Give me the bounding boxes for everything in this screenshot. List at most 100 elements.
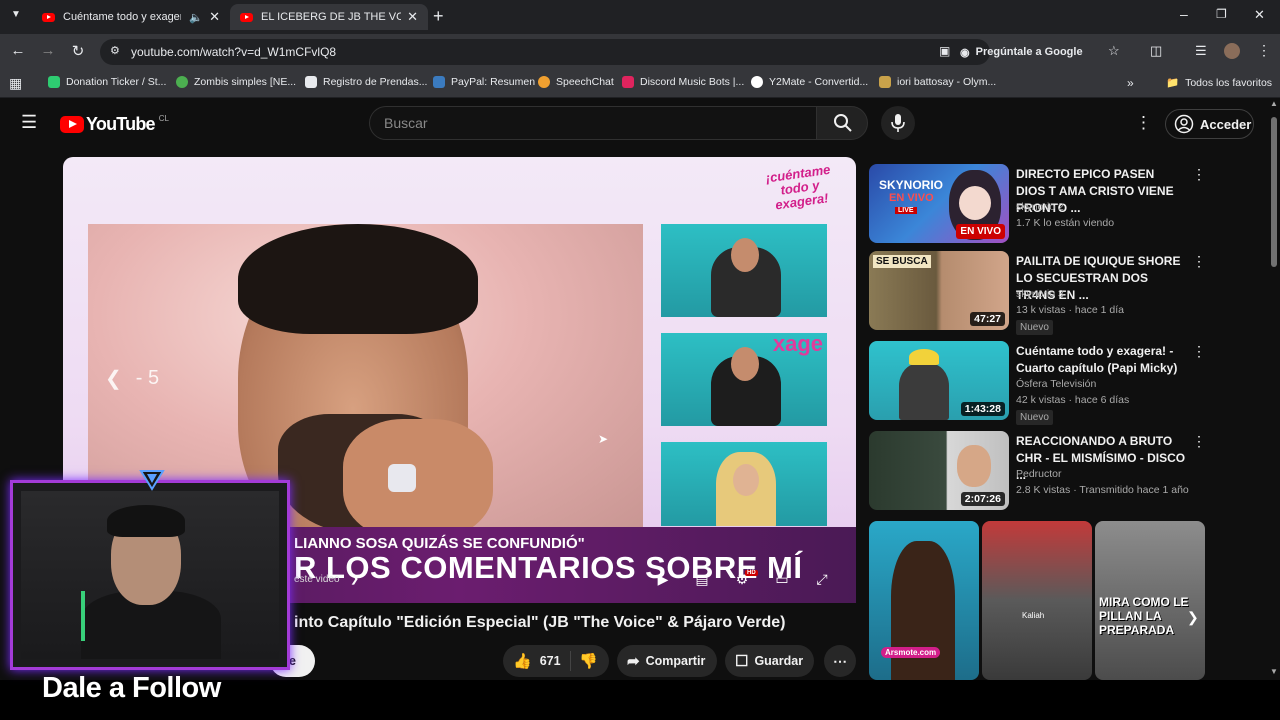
theater-mode-icon[interactable]: ▭: [771, 571, 793, 589]
sign-in-button[interactable]: Acceder: [1165, 109, 1254, 139]
thumbs-down-icon[interactable]: 👎: [579, 652, 598, 670]
rec-more-icon[interactable]: ⋮: [1192, 166, 1206, 183]
short-item[interactable]: MIRA COMO LE PILLAN LA PREPARADA: [1095, 521, 1205, 680]
save-button[interactable]: ☐ Guardar: [725, 645, 814, 677]
fullscreen-icon[interactable]: ⤢: [811, 571, 833, 589]
rec-thumbnail[interactable]: 2:07:26: [869, 431, 1009, 510]
webcam-overlay: [10, 470, 290, 670]
rec-thumbnail[interactable]: 1:43:28: [869, 341, 1009, 420]
rec-thumbnail[interactable]: SE BUSCA 47:27: [869, 251, 1009, 330]
webcam-feed: [21, 491, 279, 659]
new-tab-icon[interactable]: +: [433, 6, 444, 27]
rec-more-icon[interactable]: ⋮: [1192, 253, 1206, 270]
folder-icon: 📁: [1166, 77, 1180, 89]
recommendation-item[interactable]: SE BUSCA 47:27 PAILITA DE IQUIQUE SHORE …: [869, 251, 1209, 335]
search-input[interactable]: [370, 107, 816, 139]
bookmark-iori[interactable]: iori battosay - Olym...: [879, 76, 996, 88]
more-bookmarks-icon[interactable]: »: [1127, 76, 1134, 90]
search-box[interactable]: [369, 106, 816, 140]
recommendation-item[interactable]: 1:43:28 Cuéntame todo y exagera! - Cuart…: [869, 341, 1209, 425]
subtitles-icon[interactable]: ▤: [691, 571, 713, 589]
rec-more-icon[interactable]: ⋮: [1192, 433, 1206, 450]
bookmark-donation-ticker[interactable]: Donation Ticker / St...: [48, 76, 166, 88]
all-bookmarks-folder[interactable]: 📁 Todos los favoritos: [1166, 76, 1272, 90]
scroll-down-icon[interactable]: ▼: [1270, 667, 1278, 676]
bookmark-star-icon[interactable]: ☆: [1108, 43, 1120, 59]
maximize-icon[interactable]: ❐: [1216, 7, 1227, 21]
youtube-logo[interactable]: YouTube CL: [60, 114, 169, 135]
profile-avatar[interactable]: [1224, 43, 1240, 59]
rec-thumbnail[interactable]: SKYNORIO EN VIVO LIVE EN VIVO: [869, 164, 1009, 243]
bookmark-y2mate[interactable]: Y2Mate - Convertid...: [751, 76, 868, 88]
rec-stats: 2.8 K vistas · Transmitido hace 1 año: [1016, 484, 1189, 496]
back-icon[interactable]: ←: [8, 42, 28, 59]
thumb-title-text: SKYNORIO: [879, 178, 944, 192]
seek-back-label: - 5: [135, 367, 160, 389]
bookmark-zombis[interactable]: Zombis simples [NE...: [176, 76, 296, 88]
green-light: [81, 591, 85, 641]
rec-more-icon[interactable]: ⋮: [1192, 343, 1206, 360]
bookmark-paypal[interactable]: PayPal: Resumen: [433, 76, 535, 88]
audio-playing-icon[interactable]: 🔈: [189, 11, 203, 24]
more-actions-button[interactable]: ⋯: [824, 645, 856, 677]
autoplay-toggle-icon[interactable]: ▶: [652, 571, 674, 589]
scroll-up-icon[interactable]: ▲: [1270, 99, 1278, 108]
paypal-icon: [433, 76, 445, 88]
forward-icon[interactable]: →: [38, 42, 58, 59]
next-shorts-icon[interactable]: ❯: [1187, 609, 1199, 626]
close-tab-icon[interactable]: ✕: [407, 9, 418, 25]
bookmark-registro[interactable]: Registro de Prendas...: [305, 76, 427, 88]
rec-channel[interactable]: skynorio 2: [1016, 201, 1064, 213]
guest-head: [731, 347, 759, 381]
region-code: CL: [158, 114, 169, 123]
account-icon: [1174, 114, 1194, 134]
duration-badge: 2:07:26: [960, 492, 1005, 506]
site-info-icon[interactable]: ⚙: [110, 44, 120, 57]
streamer-emblem-icon: [139, 470, 165, 491]
extensions-icon[interactable]: ◫: [1150, 43, 1162, 59]
tab-cuentame[interactable]: Cuéntame todo y exagera! 🔈 ✕: [32, 4, 230, 30]
rec-channel[interactable]: Pedructor: [1016, 468, 1062, 480]
url-text[interactable]: youtube.com/watch?v=d_W1mCFvlQ8: [131, 45, 336, 59]
like-dislike-group: 👍 671 👎: [503, 645, 609, 677]
media-control-icon[interactable]: ☰: [1195, 43, 1207, 59]
omnibox[interactable]: ⚙ youtube.com/watch?v=d_W1mCFvlQ8: [100, 39, 990, 65]
recommendation-item[interactable]: 2:07:26 REACCIONANDO A BRUTO CHR - EL MI…: [869, 431, 1209, 511]
scroll-thumb[interactable]: [1271, 117, 1277, 267]
recommendation-item[interactable]: SKYNORIO EN VIVO LIVE EN VIVO DIRECTO EP…: [869, 164, 1209, 244]
guest-hand: [343, 419, 493, 528]
close-window-icon[interactable]: ✕: [1254, 7, 1265, 23]
search-button[interactable]: [816, 106, 868, 140]
settings-more-icon[interactable]: ⋮: [1135, 113, 1152, 133]
youtube-favicon-icon: [42, 12, 55, 22]
browser-tab-bar: ▼ Cuéntame todo y exagera! 🔈 ✕ EL ICEBER…: [0, 0, 1280, 34]
rec-title[interactable]: Cuéntame todo y exagera! - Cuarto capítu…: [1016, 343, 1186, 377]
short-label: Kaliah: [1022, 611, 1045, 620]
minimize-icon[interactable]: –: [1180, 6, 1188, 22]
short-item[interactable]: Arsmote.com: [869, 521, 979, 680]
rec-channel[interactable]: skynorio 3: [1016, 288, 1064, 300]
sign-in-label: Acceder: [1200, 116, 1252, 132]
anime-face: [959, 186, 991, 220]
ask-google-button[interactable]: ◉ Pregúntale a Google: [960, 39, 1083, 65]
overlay-text: este video: [294, 574, 340, 585]
voice-search-button[interactable]: [881, 106, 915, 140]
share-label: Compartir: [645, 654, 706, 668]
share-button[interactable]: ➦ Compartir: [617, 645, 717, 677]
rec-channel[interactable]: Ósfera Televisión: [1016, 378, 1096, 390]
guest-cap: [909, 349, 939, 365]
page-scrollbar[interactable]: ▲ ▼: [1268, 99, 1280, 680]
tab-list-chevron-icon[interactable]: ▼: [11, 9, 21, 20]
bookmark-discord-bots[interactable]: Discord Music Bots |...: [622, 76, 744, 88]
apps-grid-icon[interactable]: ▦: [9, 75, 22, 92]
cast-icon[interactable]: ▣: [939, 44, 950, 58]
bookmark-speechchat[interactable]: SpeechChat: [538, 76, 614, 88]
tab-iceberg[interactable]: EL ICEBERG DE JB THE VOICE. - ✕: [230, 4, 428, 30]
hamburger-menu-icon[interactable]: ☰: [21, 112, 37, 133]
short-item[interactable]: Kaliah: [982, 521, 1092, 680]
close-tab-icon[interactable]: ✕: [209, 9, 220, 25]
like-button[interactable]: 👍 671: [503, 651, 571, 671]
short-person: [891, 541, 955, 680]
reload-icon[interactable]: ↻: [68, 42, 88, 60]
chrome-menu-icon[interactable]: ⋮: [1257, 42, 1271, 59]
